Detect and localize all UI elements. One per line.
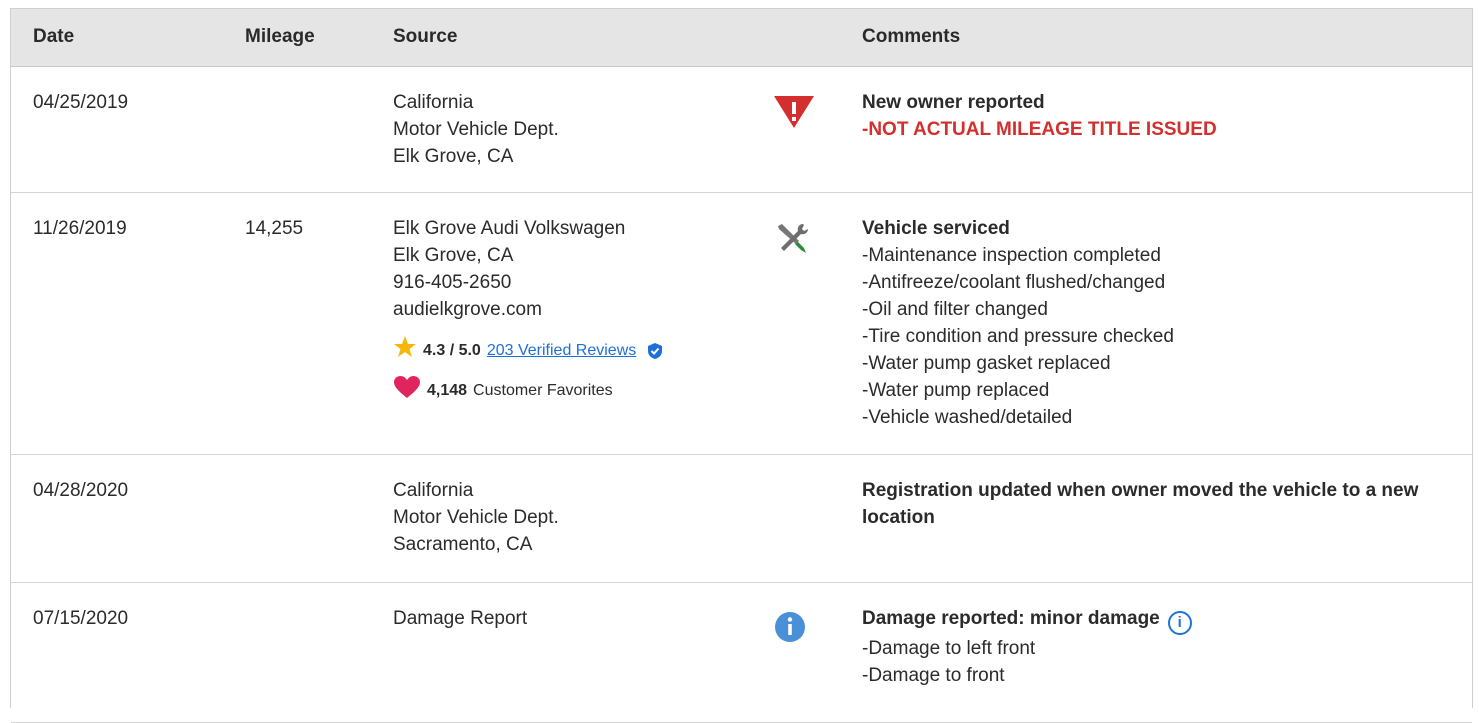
- comment-item: -Tire condition and pressure checked: [862, 326, 1174, 347]
- row-source: California Motor Vehicle Dept. Elk Grove…: [393, 89, 559, 170]
- source-line: Elk Grove, CA: [393, 245, 514, 266]
- service-tools-icon: [773, 220, 813, 260]
- comment-item: -Antifreeze/coolant flushed/changed: [862, 272, 1166, 293]
- source-line: audielkgrove.com: [393, 299, 542, 320]
- header-comments: Comments: [862, 26, 961, 47]
- comment-item: -Vehicle washed/detailed: [862, 407, 1073, 428]
- comment-title: Registration updated when owner moved th…: [862, 480, 1419, 528]
- dealer-ratings: 4.3 / 5.0 203 Verified Reviews 4,148 Cus…: [393, 335, 664, 407]
- comment-item: -Damage to left front: [862, 638, 1036, 659]
- warning-triangle-icon: [773, 94, 814, 134]
- favorites-count: 4,148: [427, 382, 468, 399]
- source-line: California: [393, 480, 474, 501]
- row-comments: Vehicle serviced -Maintenance inspection…: [862, 215, 1462, 431]
- row-mileage: 14,255: [245, 218, 304, 239]
- comment-item: -Oil and filter changed: [862, 299, 1048, 320]
- row-comments: New owner reported -NOT ACTUAL MILEAGE T…: [862, 89, 1462, 143]
- vehicle-history-table: Date Mileage Source Comments 04/25/2019 …: [10, 8, 1473, 723]
- comment-title-wrap: Damage reported: minor damage i: [862, 605, 1462, 635]
- favorites-line: 4,148 Customer Favorites: [393, 375, 664, 407]
- comment-title: Vehicle serviced: [862, 218, 1010, 239]
- verified-reviews-link[interactable]: 203 Verified Reviews: [487, 339, 636, 363]
- source-line: Motor Vehicle Dept.: [393, 507, 559, 528]
- comment-title: New owner reported: [862, 92, 1045, 113]
- row-date: 04/25/2019: [33, 92, 129, 113]
- source-line: Sacramento, CA: [393, 534, 533, 555]
- comment-alert: -NOT ACTUAL MILEAGE TITLE ISSUED: [862, 119, 1217, 140]
- source-line: Elk Grove Audi Volkswagen: [393, 218, 626, 239]
- source-line: Damage Report: [393, 608, 528, 629]
- row-date: 04/28/2020: [33, 480, 129, 501]
- verified-shield-icon: [646, 342, 664, 360]
- row-date: 11/26/2019: [33, 218, 127, 239]
- header-date: Date: [33, 26, 75, 47]
- header-mileage: Mileage: [245, 26, 315, 47]
- source-line: Elk Grove, CA: [393, 146, 514, 167]
- favorites-label: Customer Favorites: [473, 382, 613, 399]
- row-date: 07/15/2020: [33, 608, 129, 629]
- comment-title: Damage reported: minor damage: [862, 608, 1160, 629]
- table-row: 04/25/2019 California Motor Vehicle Dept…: [11, 67, 1472, 193]
- comment-item: -Maintenance inspection completed: [862, 245, 1161, 266]
- row-comments: Registration updated when owner moved th…: [862, 477, 1462, 531]
- table-row: 11/26/2019 14,255 Elk Grove Audi Volkswa…: [11, 193, 1472, 455]
- star-icon: [393, 335, 417, 367]
- row-source: Damage Report: [393, 605, 527, 632]
- comment-item: -Damage to front: [862, 665, 1005, 686]
- table-row: 04/28/2020 California Motor Vehicle Dept…: [11, 455, 1472, 583]
- source-line: 916-405-2650: [393, 272, 512, 293]
- info-tooltip-icon[interactable]: i: [1167, 611, 1192, 635]
- rating-value: 4.3 / 5.0: [423, 342, 481, 359]
- rating-line: 4.3 / 5.0 203 Verified Reviews: [393, 335, 664, 367]
- table-row: 07/15/2020 Damage Report Damage reported…: [11, 583, 1472, 723]
- row-comments: Damage reported: minor damage i -Damage t…: [862, 605, 1462, 689]
- row-source: California Motor Vehicle Dept. Sacrament…: [393, 477, 559, 558]
- comment-item: -Water pump gasket replaced: [862, 353, 1111, 374]
- comment-item: -Water pump replaced: [862, 380, 1050, 401]
- heart-icon: [393, 375, 421, 407]
- row-source: Elk Grove Audi Volkswagen Elk Grove, CA …: [393, 215, 664, 415]
- source-line: Motor Vehicle Dept.: [393, 119, 559, 140]
- info-circle-icon: [773, 610, 813, 650]
- table-header: Date Mileage Source Comments: [11, 9, 1472, 67]
- source-line: California: [393, 92, 474, 113]
- header-source: Source: [393, 26, 458, 47]
